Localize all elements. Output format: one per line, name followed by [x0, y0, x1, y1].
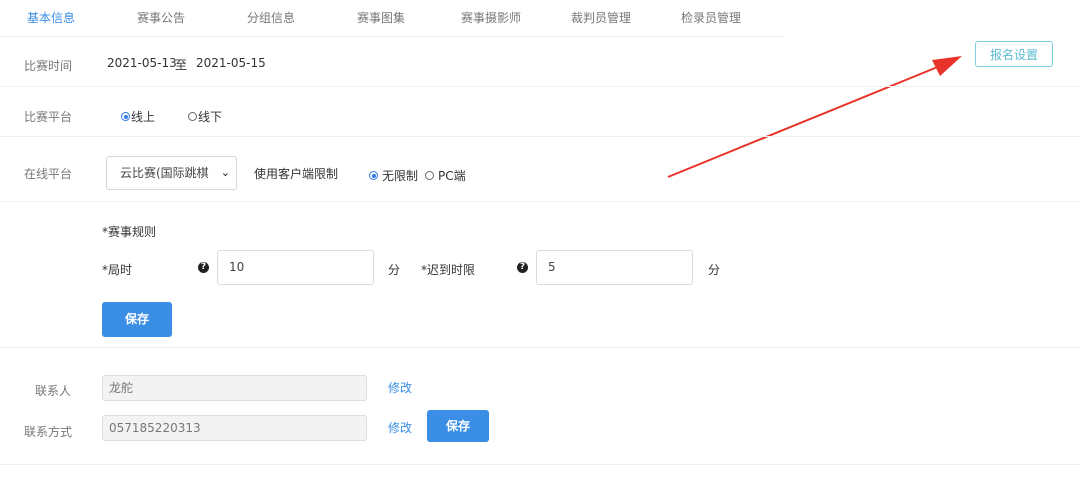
question-circle-icon[interactable]: ? — [517, 262, 528, 273]
game-time-label: *局时 — [102, 263, 133, 277]
divider — [0, 464, 1080, 465]
radio-offline[interactable]: 线下 — [188, 108, 222, 125]
platform-label: 比赛平台 — [24, 110, 73, 124]
match-start-date: 2021-05-13 — [107, 56, 177, 70]
late-limit-label: *迟到时限 — [421, 263, 476, 277]
online-platform-label: 在线平台 — [24, 167, 73, 181]
divider — [0, 201, 1080, 202]
contact-save-button[interactable]: 保存 — [427, 410, 489, 442]
question-circle-icon[interactable]: ? — [198, 262, 209, 273]
radio-no-limit[interactable]: 无限制 — [369, 167, 418, 184]
radio-offline-dot[interactable] — [188, 112, 197, 121]
radio-no-limit-label: 无限制 — [382, 169, 419, 183]
radio-online-label: 线上 — [131, 110, 156, 124]
match-end-date: 2021-05-15 — [196, 56, 266, 70]
contact-person-label: 联系人 — [35, 384, 72, 398]
radio-no-limit-dot[interactable] — [369, 171, 378, 180]
divider — [0, 347, 1080, 348]
radio-offline-label: 线下 — [198, 110, 223, 124]
radio-pc-dot[interactable] — [425, 171, 434, 180]
late-limit-input[interactable]: 5 — [536, 250, 693, 285]
date-separator: 至 — [175, 58, 188, 72]
game-time-input[interactable]: 10 — [217, 250, 374, 285]
rules-title: *赛事规则 — [102, 225, 157, 239]
edit-contact-phone-link[interactable]: 修改 — [388, 419, 412, 436]
radio-online[interactable]: 线上 — [121, 108, 155, 125]
contact-phone-field: 057185220313 — [102, 415, 367, 441]
divider — [0, 86, 1080, 87]
chevron-down-icon: ⌄ — [220, 166, 230, 179]
online-platform-selected: 云比赛(国际跳棋 — [120, 166, 209, 180]
radio-online-dot[interactable] — [121, 112, 130, 121]
late-limit-unit: 分 — [708, 263, 721, 277]
contact-person-field: 龙舵 — [102, 375, 367, 401]
match-time-label: 比赛时间 — [24, 59, 73, 73]
divider — [0, 136, 1080, 137]
edit-contact-person-link[interactable]: 修改 — [388, 379, 412, 396]
rules-save-button[interactable]: 保存 — [102, 302, 172, 337]
game-time-unit: 分 — [388, 263, 401, 277]
radio-pc-label: PC端 — [438, 169, 466, 183]
client-limit-label: 使用客户端限制 — [254, 167, 339, 181]
annotation-arrow — [667, 56, 962, 178]
contact-phone-label: 联系方式 — [24, 425, 73, 439]
online-platform-select[interactable]: 云比赛(国际跳棋 ⌄ — [106, 156, 237, 190]
radio-pc[interactable]: PC端 — [425, 167, 466, 184]
